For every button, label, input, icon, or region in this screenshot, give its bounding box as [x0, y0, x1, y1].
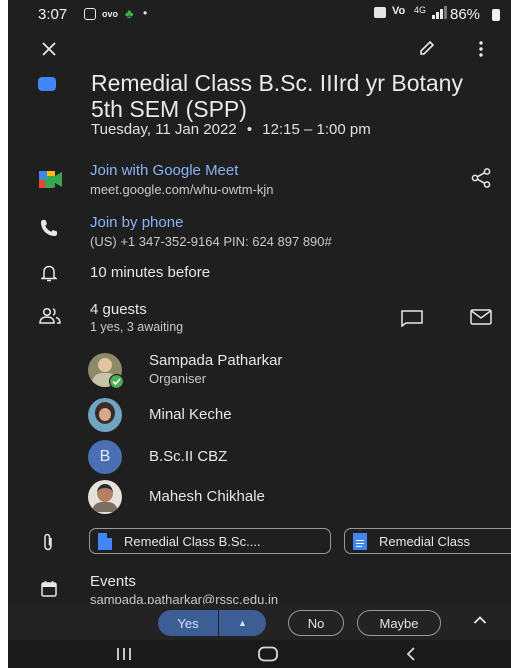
signal-icon [432, 6, 447, 19]
mail-icon[interactable] [470, 309, 492, 325]
expand-icon[interactable] [473, 615, 487, 625]
attachment-label: Remedial Class [379, 533, 471, 549]
battery-percent: 86% [450, 6, 481, 23]
bell-icon [41, 265, 57, 282]
home-icon[interactable] [258, 646, 278, 662]
calendar-name: Events [90, 573, 136, 590]
attachment-label: Remedial Class B.Sc.... [124, 533, 261, 549]
guest-status: 1 yes, 3 awaiting [90, 320, 184, 334]
attachment-icon [44, 533, 52, 551]
chat-icon[interactable] [400, 309, 424, 327]
battery-icon [492, 9, 500, 21]
share-icon[interactable] [471, 168, 491, 188]
guest-name[interactable]: Minal Keche [149, 406, 232, 423]
more-notifications-icon: • [143, 6, 148, 20]
back-icon[interactable] [406, 646, 416, 662]
guest-name[interactable]: B.Sc.II CBZ [149, 448, 227, 465]
instagram-icon [84, 8, 96, 20]
recents-icon[interactable] [116, 647, 132, 661]
guest-count[interactable]: 4 guests [90, 301, 147, 318]
leaf-notification-icon: ♣ [125, 6, 134, 21]
chevron-up-icon[interactable]: ▲ [219, 618, 266, 628]
guest-role: Organiser [149, 371, 207, 386]
system-nav-bar [8, 640, 511, 668]
join-meet-link[interactable]: Join with Google Meet [90, 162, 238, 179]
guest-item[interactable] [88, 353, 124, 389]
event-time: 12:15 – 1:00 pm [262, 121, 371, 138]
video-icon [39, 171, 62, 188]
calendar-icon [41, 581, 57, 597]
close-icon[interactable] [42, 42, 56, 56]
app-notification-icon: ovo [102, 9, 119, 19]
event-date: Tuesday, 11 Jan 2022 [91, 121, 237, 138]
document-icon [98, 532, 112, 550]
verified-check-icon [109, 374, 124, 389]
alarm-icon [374, 7, 386, 18]
avatar[interactable] [88, 398, 122, 432]
event-color-indicator [38, 77, 56, 91]
phone-icon [41, 220, 57, 236]
datetime-separator: • [246, 121, 253, 138]
guest-name[interactable]: Mahesh Chikhale [149, 488, 265, 505]
status-time: 3:07 [38, 6, 68, 23]
meet-url[interactable]: meet.google.com/whu-owtm-kjn [90, 182, 274, 197]
people-icon [39, 307, 61, 324]
guest-name: Sampada Patharkar [149, 352, 283, 369]
attachment-chip[interactable]: Remedial Class [344, 528, 511, 554]
event-datetime: Tuesday, 11 Jan 2022 • 12:15 – 1:00 pm [91, 121, 371, 138]
docs-icon [353, 532, 367, 550]
rsvp-yes-button[interactable]: Yes ▲ [158, 610, 266, 636]
edit-icon[interactable] [418, 39, 436, 57]
avatar[interactable]: B [88, 440, 122, 474]
more-vert-icon[interactable] [478, 41, 484, 57]
phone-details[interactable]: (US) +1 347-352-9164 PIN: 624 897 890# [90, 234, 332, 249]
network-icon: Vo [392, 5, 406, 17]
rsvp-maybe-button[interactable]: Maybe [357, 610, 441, 636]
reminder-text[interactable]: 10 minutes before [90, 264, 210, 281]
rsvp-no-button[interactable]: No [288, 610, 344, 636]
rsvp-yes-label: Yes [177, 615, 199, 631]
attachment-chip[interactable]: Remedial Class B.Sc.... [89, 528, 331, 554]
event-detail-screen: 3:07 ovo ♣ • Vo 4G 86% Remedial Class B.… [8, 0, 511, 668]
event-title: Remedial Class B.Sc. IIIrd yr Botany 5th… [91, 70, 463, 122]
join-phone-link[interactable]: Join by phone [90, 214, 183, 231]
lte-icon: 4G [414, 5, 427, 15]
avatar[interactable] [88, 480, 122, 514]
